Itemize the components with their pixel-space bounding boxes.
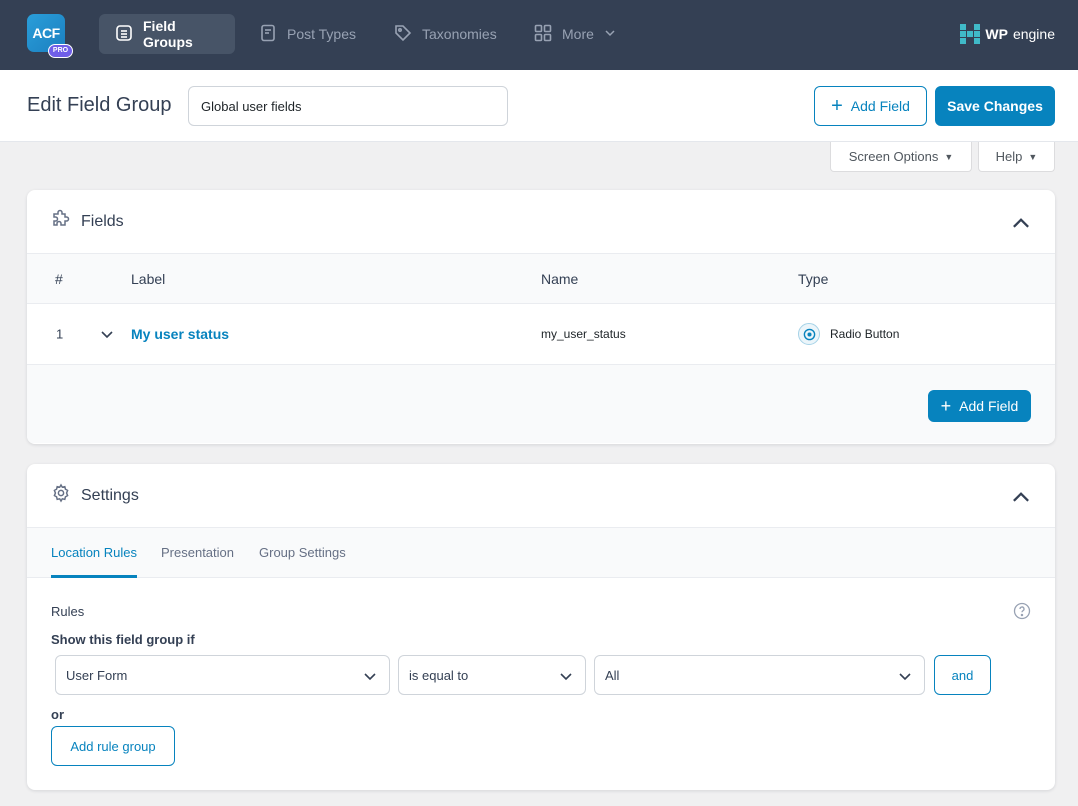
table-row[interactable]: 1 My user status my_user_status Radio Bu… — [27, 304, 1055, 365]
plus-icon: + — [940, 396, 952, 416]
tab-location-rules[interactable]: Location Rules — [51, 545, 137, 560]
fields-panel-footer: + Add Field — [27, 365, 1055, 443]
brand-rest: engine — [1012, 26, 1055, 42]
plus-icon: + — [831, 95, 843, 117]
acf-logo[interactable]: ACF PRO — [27, 14, 73, 58]
show-if-label: Show this field group if — [51, 632, 195, 647]
chevron-down-icon — [364, 673, 376, 681]
field-label-link[interactable]: My user status — [131, 326, 229, 342]
chevron-down-icon — [560, 673, 572, 681]
gear-icon — [51, 483, 71, 508]
fields-panel-header[interactable]: Fields — [27, 190, 1055, 254]
nav-tab-taxonomies[interactable]: Taxonomies — [378, 14, 513, 54]
nav-tab-field-groups[interactable]: Field Groups — [99, 14, 235, 54]
add-field-button[interactable]: + Add Field — [814, 86, 927, 126]
save-changes-button[interactable]: Save Changes — [935, 86, 1055, 126]
document-icon — [259, 24, 277, 45]
screen-options-button[interactable]: Screen Options ▼ — [830, 142, 972, 172]
rule-value-select[interactable]: All — [594, 655, 925, 695]
wp-engine-icon — [960, 24, 981, 44]
collapse-chevron-icon[interactable] — [1011, 214, 1029, 228]
column-header-type: Type — [798, 270, 829, 287]
add-field-button-footer[interactable]: + Add Field — [928, 390, 1031, 422]
chevron-down-icon — [899, 673, 911, 681]
page-title: Edit Field Group — [27, 94, 172, 116]
button-label: Help — [995, 149, 1023, 164]
field-group-title-input[interactable] — [188, 86, 508, 126]
and-button[interactable]: and — [934, 655, 991, 695]
top-navigation: ACF PRO Field Groups Post Types Taxonomi… — [0, 0, 1078, 70]
list-icon — [115, 24, 133, 45]
rule-operator-select[interactable]: is equal to — [398, 655, 586, 695]
button-label: Screen Options — [848, 149, 939, 164]
field-type: Radio Button — [830, 327, 900, 341]
nav-tab-more[interactable]: More — [518, 14, 632, 54]
radio-button-icon — [798, 323, 820, 345]
column-header-label: Label — [131, 270, 166, 287]
nav-tab-label: More — [562, 26, 594, 42]
nav-tab-label: Post Types — [287, 26, 357, 42]
nav-tab-label: Field Groups — [143, 18, 193, 50]
button-label: and — [951, 667, 974, 683]
fields-table-header: # Label Name Type — [27, 254, 1055, 304]
location-rules-body: Rules Show this field group if User Form… — [27, 578, 1055, 790]
nav-tab-label: Taxonomies — [422, 26, 497, 42]
settings-tabs: Location Rules Presentation Group Settin… — [27, 528, 1055, 578]
column-header-number: # — [55, 270, 63, 287]
fields-panel: Fields # Label Name Type 1 My user statu… — [27, 190, 1055, 444]
tab-group-settings[interactable]: Group Settings — [259, 545, 346, 560]
chevron-down-icon[interactable] — [100, 327, 114, 341]
caret-down-icon: ▼ — [1028, 151, 1038, 162]
help-circle-icon[interactable] — [1013, 602, 1031, 620]
panel-title: Fields — [81, 212, 124, 230]
panel-title: Settings — [81, 486, 139, 504]
button-label: Add Field — [959, 398, 1019, 414]
chevron-down-icon — [604, 26, 616, 42]
column-header-name: Name — [541, 270, 579, 287]
pro-badge: PRO — [48, 44, 73, 58]
button-label: Add rule group — [70, 738, 156, 754]
settings-panel: Settings Location Rules Presentation Gro… — [27, 464, 1055, 790]
edit-header: Edit Field Group + Add Field Save Change… — [0, 70, 1078, 142]
rules-label: Rules — [51, 604, 85, 619]
wp-engine-logo[interactable]: WP engine — [960, 24, 1055, 44]
select-value: is equal to — [409, 667, 469, 683]
settings-panel-header[interactable]: Settings — [27, 464, 1055, 528]
rule-param-select[interactable]: User Form — [55, 655, 390, 695]
grid-icon — [534, 24, 552, 45]
select-value: User Form — [66, 667, 128, 683]
help-button[interactable]: Help ▼ — [978, 142, 1055, 172]
field-order: 1 — [56, 326, 64, 342]
field-name: my_user_status — [541, 327, 626, 341]
button-label: Save Changes — [947, 98, 1043, 114]
or-label: or — [51, 707, 64, 722]
collapse-chevron-icon[interactable] — [1011, 488, 1029, 502]
nav-tab-post-types[interactable]: Post Types — [243, 14, 372, 54]
brand-bold: WP — [985, 26, 1008, 42]
button-label: Add Field — [850, 98, 910, 114]
tab-presentation[interactable]: Presentation — [161, 545, 234, 560]
caret-down-icon: ▼ — [944, 151, 954, 162]
puzzle-icon — [51, 209, 71, 234]
select-value: All — [605, 667, 620, 683]
tag-icon — [394, 24, 412, 45]
add-rule-group-button[interactable]: Add rule group — [51, 726, 175, 766]
